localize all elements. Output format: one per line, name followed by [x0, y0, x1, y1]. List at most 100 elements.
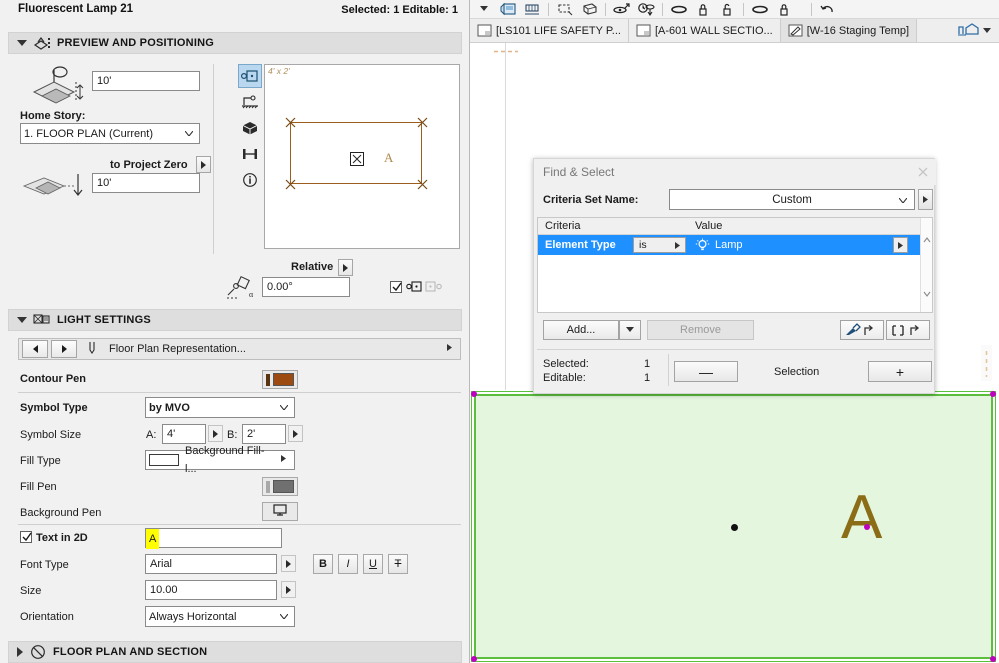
canvas-right-guide — [505, 43, 506, 390]
close-icon[interactable] — [917, 166, 929, 178]
previous-page-button[interactable] — [22, 340, 48, 358]
symbol-type-label: Symbol Type — [20, 402, 88, 414]
anchor-point-right-icon[interactable] — [425, 280, 443, 296]
tab-w16-staging-temp[interactable]: [W-16 Staging Temp] — [780, 19, 918, 42]
page-list-arrow-icon[interactable] — [446, 343, 453, 355]
project-zero-icon — [22, 170, 90, 203]
project-zero-input[interactable] — [92, 173, 200, 193]
add-criteria-button[interactable]: Add... — [543, 320, 619, 340]
chevron-right-icon — [675, 241, 680, 249]
criteria-set-name-select[interactable]: Custom — [669, 189, 915, 210]
selection-node[interactable] — [990, 391, 996, 397]
elevation-input[interactable] — [92, 71, 200, 91]
fill-type-popup-arrow-icon[interactable] — [280, 451, 287, 469]
chevron-down-icon[interactable] — [983, 25, 991, 37]
transfer-settings-button[interactable] — [886, 320, 930, 340]
tab-ls101[interactable]: [LS101 LIFE SAFETY P... — [470, 19, 629, 42]
angle-input[interactable] — [262, 277, 350, 297]
svg-text:α: α — [249, 290, 254, 299]
publisher-icon[interactable] — [497, 0, 519, 18]
symbol-size-b-input[interactable] — [242, 424, 286, 444]
text-in-2d-checkbox[interactable] — [20, 531, 32, 543]
section-header-floor-plan-section[interactable]: FLOOR PLAN AND SECTION — [8, 641, 462, 663]
toolbar-separator — [662, 2, 663, 16]
toolbar-chevron-icon[interactable] — [473, 0, 495, 18]
size-popup-button[interactable] — [281, 581, 296, 598]
add-criteria-dropdown-button[interactable] — [619, 320, 641, 340]
table-row[interactable]: Element Type is Lamp — [538, 235, 932, 255]
3d-window-icon[interactable] — [957, 22, 979, 40]
font-type-input[interactable] — [145, 554, 277, 574]
3d-cutaway-icon[interactable] — [578, 0, 600, 18]
home-story-label: Home Story: — [20, 110, 86, 122]
ellipse-icon[interactable] — [668, 0, 690, 18]
light-settings-icon — [33, 312, 51, 328]
pick-up-settings-button[interactable] — [840, 320, 884, 340]
toolbar-separator — [811, 2, 812, 16]
section-header-preview-positioning[interactable]: PREVIEW AND POSITIONING — [8, 32, 462, 54]
criteria-set-popup-button[interactable] — [918, 189, 933, 210]
scroll-down-icon[interactable] — [923, 290, 931, 298]
vertical-scrollbar-thumb[interactable] — [981, 345, 992, 381]
criteria-table-scrollbar[interactable] — [920, 218, 932, 312]
chevron-right-icon[interactable] — [17, 647, 23, 657]
elevation-view-icon[interactable] — [238, 90, 262, 114]
italic-button[interactable]: I — [338, 554, 358, 574]
remove-from-selection-button[interactable]: — — [674, 361, 738, 382]
next-page-button[interactable] — [51, 340, 77, 358]
criteria-value-popup-button[interactable] — [893, 237, 908, 253]
symbol-size-a-input[interactable] — [162, 424, 206, 444]
fill-pen-button[interactable] — [262, 477, 298, 496]
relative-popup-button[interactable] — [338, 259, 353, 276]
chevron-down-icon[interactable] — [17, 317, 27, 323]
orientation-dropdown[interactable]: Always Horizontal — [145, 606, 295, 627]
bold-button[interactable]: B — [313, 554, 333, 574]
criteria-table[interactable]: Criteria Value Element Type is Lamp — [537, 217, 933, 313]
section-header-light-settings[interactable]: LIGHT SETTINGS — [8, 309, 462, 331]
selection-node[interactable] — [471, 391, 477, 397]
font-type-popup-button[interactable] — [281, 555, 296, 572]
selection-node[interactable] — [990, 656, 996, 662]
3d-view-icon[interactable] — [238, 116, 262, 140]
size-input[interactable] — [145, 580, 277, 600]
symbol-type-dropdown[interactable]: by MVO — [145, 397, 295, 418]
tab-a601[interactable]: [A-601 WALL SECTIO... — [628, 19, 781, 42]
symbol-size-a-popup-button[interactable] — [208, 425, 223, 442]
background-pen-button[interactable] — [262, 502, 298, 521]
info-icon[interactable] — [238, 168, 262, 192]
lamp-text-node[interactable] — [864, 524, 870, 530]
ellipse-2-icon[interactable] — [749, 0, 771, 18]
plan-symbol-view-icon[interactable] — [238, 64, 262, 88]
contour-pen-button[interactable] — [262, 370, 298, 389]
pet-palette-icon[interactable] — [611, 0, 633, 18]
chevron-down-icon[interactable] — [17, 40, 27, 46]
selection-node[interactable] — [471, 656, 477, 662]
pen-weight-indicator — [266, 480, 270, 493]
strikethrough-button[interactable]: T — [388, 554, 408, 574]
lamp-text-symbol[interactable]: A — [841, 487, 882, 549]
anchor-point-left-icon[interactable] — [406, 280, 424, 296]
underline-button[interactable]: U — [363, 554, 383, 574]
lock-2-icon[interactable] — [773, 0, 795, 18]
undo-icon[interactable] — [817, 0, 839, 18]
preview-symbol-letter: A — [384, 150, 394, 165]
project-zero-popup-button[interactable] — [196, 156, 211, 173]
criteria-operator-dropdown[interactable]: is — [633, 237, 686, 253]
find-and-select-dialog[interactable]: Find & Select Criteria Set Name: Custom … — [533, 158, 936, 394]
add-to-selection-button[interactable]: + — [868, 361, 932, 382]
trace-reference-icon[interactable] — [521, 0, 543, 18]
find-select-titlebar[interactable]: Find & Select — [534, 159, 936, 185]
unlock-icon[interactable] — [716, 0, 738, 18]
tab-strip-right-controls — [949, 19, 999, 42]
fill-type-button[interactable]: Background Fill-l... — [145, 445, 295, 475]
marquee-icon[interactable] — [554, 0, 576, 18]
symbol-size-b-popup-button[interactable] — [288, 425, 303, 442]
lock-icon[interactable] — [692, 0, 714, 18]
lamp-hotspot-marker[interactable] — [731, 524, 738, 531]
section-view-icon[interactable] — [238, 142, 262, 166]
home-story-dropdown[interactable]: 1. FLOOR PLAN (Current) — [20, 123, 200, 144]
text-in-2d-field[interactable]: A — [145, 528, 282, 549]
mirror-checkbox[interactable] — [390, 281, 402, 293]
time-edit-icon[interactable] — [635, 0, 657, 18]
scroll-up-icon[interactable] — [923, 236, 931, 244]
